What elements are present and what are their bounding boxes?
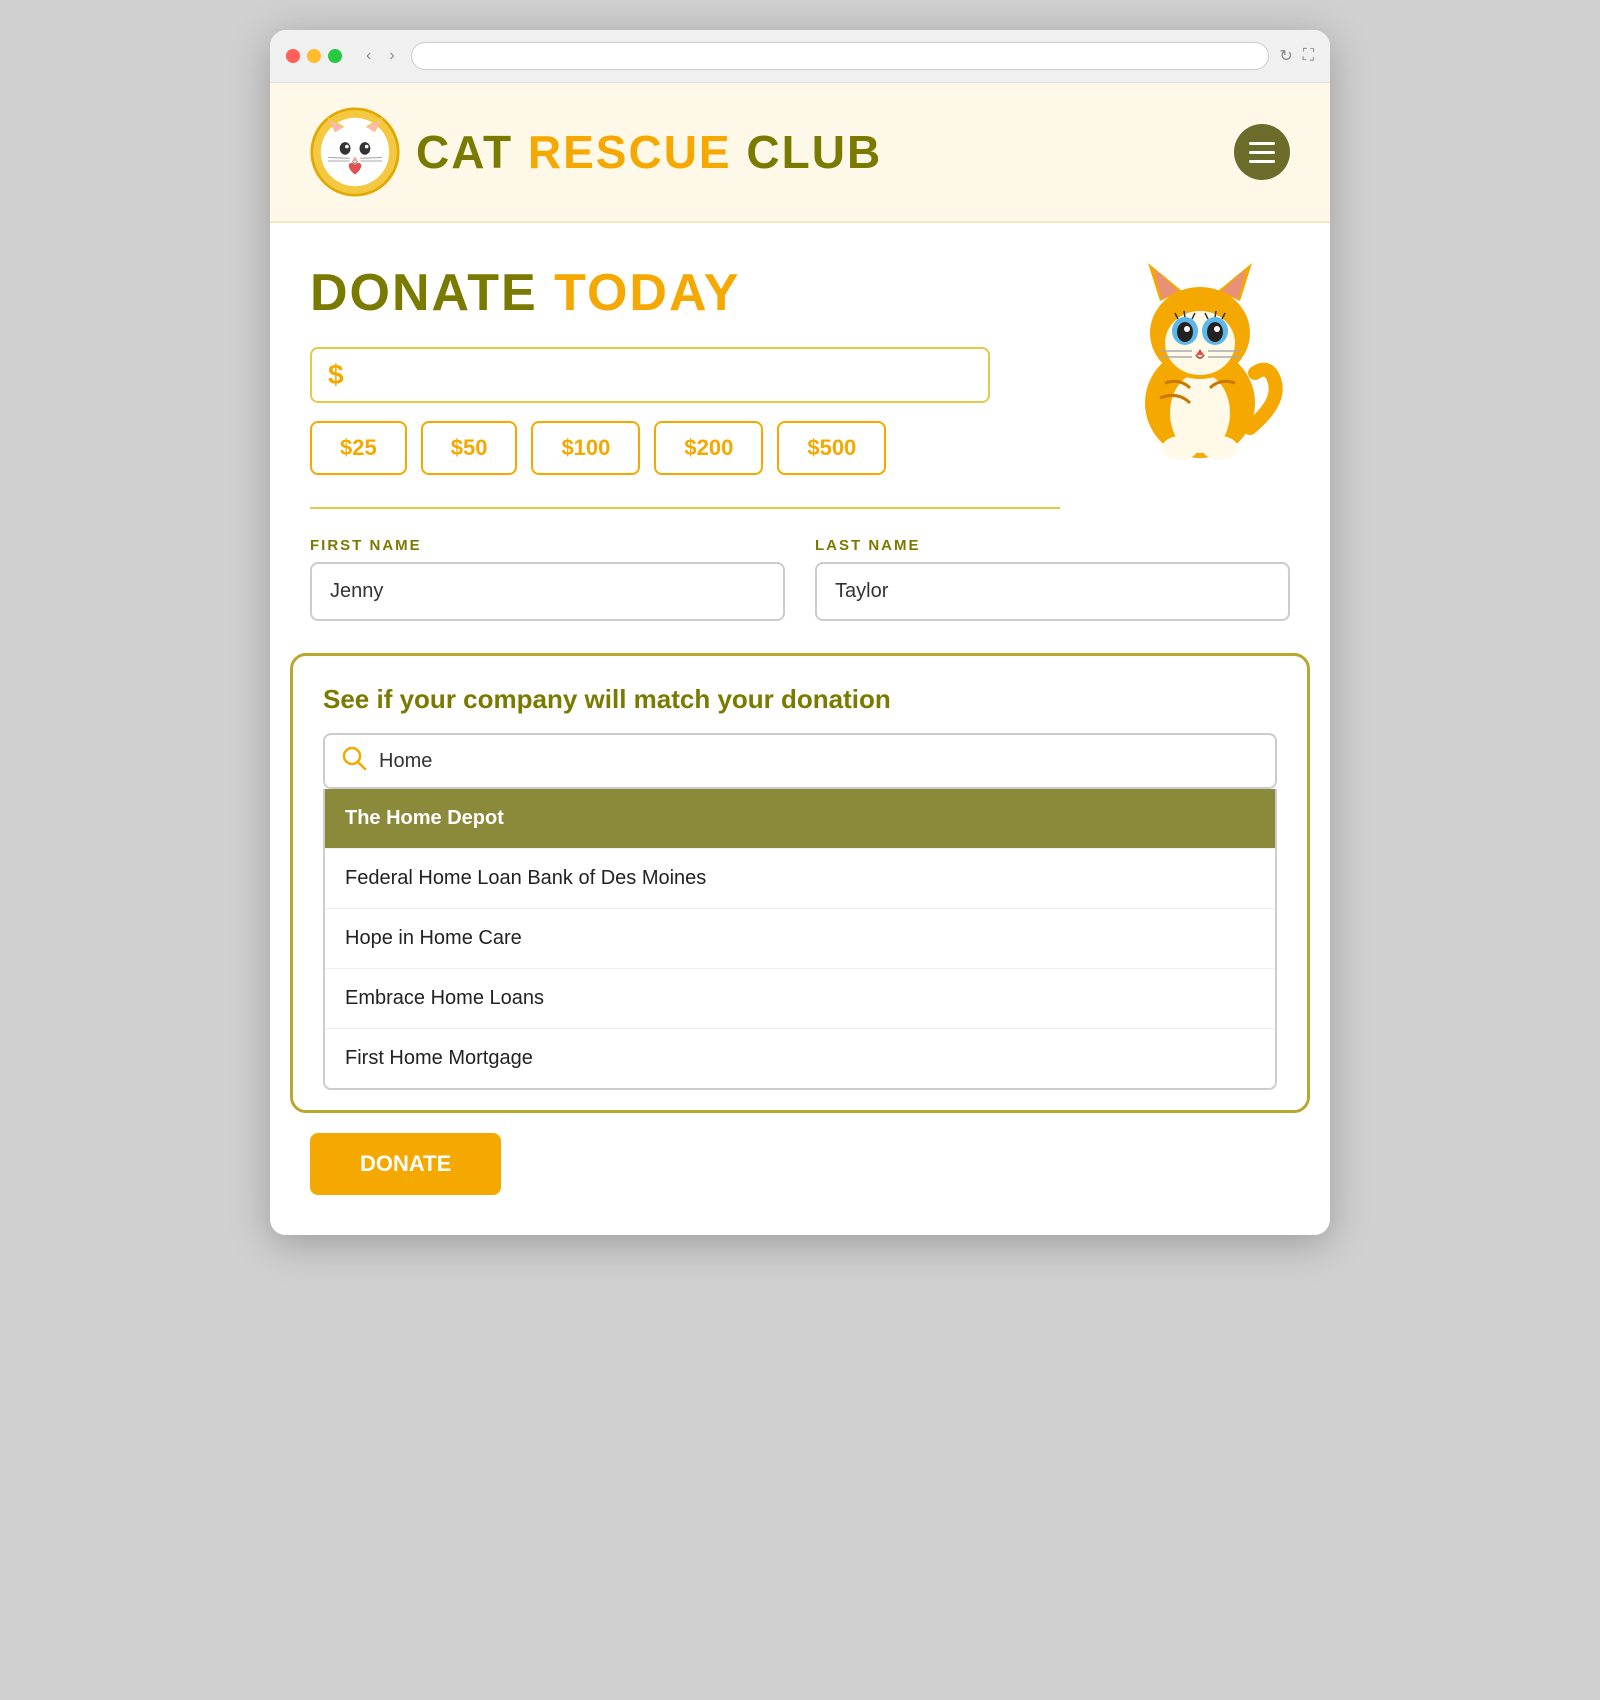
search-wrapper — [323, 733, 1277, 789]
dropdown-item-hope-home[interactable]: Hope in Home Care — [325, 909, 1275, 969]
dropdown-item-federal-home[interactable]: Federal Home Loan Bank of Des Moines — [325, 849, 1275, 909]
title-rescue: RESCUE — [528, 126, 732, 178]
menu-line-2 — [1249, 151, 1275, 154]
dropdown-item-first-home[interactable]: First Home Mortgage — [325, 1029, 1275, 1088]
donate-today: TODAY — [554, 264, 740, 322]
expand-button[interactable]: ⛶ — [1303, 47, 1314, 65]
first-name-group: FIRST NAME — [310, 537, 785, 621]
site-title: CAT RESCUE CLUB — [416, 125, 882, 179]
main-content: DONATE TODAY $ $25 $50 $100 $200 $500 — [270, 223, 1330, 1113]
browser-chrome: ‹ › ↻ ⛶ — [270, 30, 1330, 83]
maximize-button[interactable] — [328, 49, 342, 63]
last-name-group: LAST NAME — [815, 537, 1290, 621]
preset-50-button[interactable]: $50 — [421, 421, 518, 475]
menu-line-1 — [1249, 142, 1275, 145]
preset-200-button[interactable]: $200 — [654, 421, 763, 475]
close-button[interactable] — [286, 49, 300, 63]
back-button[interactable]: ‹ — [360, 45, 377, 67]
menu-line-3 — [1249, 160, 1275, 163]
reload-button[interactable]: ↻ — [1279, 46, 1292, 66]
cat-illustration-icon — [1110, 243, 1290, 463]
preset-100-button[interactable]: $100 — [531, 421, 640, 475]
donate-word: DONATE — [310, 264, 538, 322]
cat-logo-icon — [310, 107, 400, 197]
last-name-label: LAST NAME — [815, 537, 1290, 554]
title-cat: CAT — [416, 126, 513, 178]
address-bar[interactable] — [411, 42, 1270, 70]
site-header: CAT RESCUE CLUB — [270, 83, 1330, 223]
divider — [310, 507, 1060, 509]
last-name-input[interactable] — [815, 562, 1290, 621]
menu-button[interactable] — [1234, 124, 1290, 180]
bottom-area: DONATE — [270, 1113, 1330, 1235]
first-name-label: FIRST NAME — [310, 537, 785, 554]
company-search-input[interactable] — [379, 750, 1259, 773]
dropdown-item-embrace-home[interactable]: Embrace Home Loans — [325, 969, 1275, 1029]
minimize-button[interactable] — [307, 49, 321, 63]
preset-25-button[interactable]: $25 — [310, 421, 407, 475]
search-icon — [341, 745, 367, 777]
preset-500-button[interactable]: $500 — [777, 421, 886, 475]
nav-buttons: ‹ › — [360, 45, 401, 67]
traffic-lights — [286, 49, 342, 63]
dropdown-item-home-depot[interactable]: The Home Depot — [325, 789, 1275, 849]
company-match-card: See if your company will match your dona… — [290, 653, 1310, 1113]
name-fields: FIRST NAME LAST NAME — [310, 537, 1290, 621]
first-name-input[interactable] — [310, 562, 785, 621]
donate-submit-button[interactable]: DONATE — [310, 1133, 501, 1195]
amount-input[interactable] — [354, 362, 972, 388]
browser-window: ‹ › ↻ ⛶ — [270, 30, 1330, 1235]
dropdown-list: The Home Depot Federal Home Loan Bank of… — [323, 789, 1277, 1090]
title-club: CLUB — [746, 126, 882, 178]
company-match-title: See if your company will match your dona… — [323, 684, 1277, 715]
dollar-sign: $ — [328, 359, 344, 391]
amount-input-wrapper: $ — [310, 347, 990, 403]
logo-area: CAT RESCUE CLUB — [310, 107, 882, 197]
forward-button[interactable]: › — [383, 45, 400, 67]
donate-section: DONATE TODAY $ $25 $50 $100 $200 $500 — [310, 263, 1290, 1113]
